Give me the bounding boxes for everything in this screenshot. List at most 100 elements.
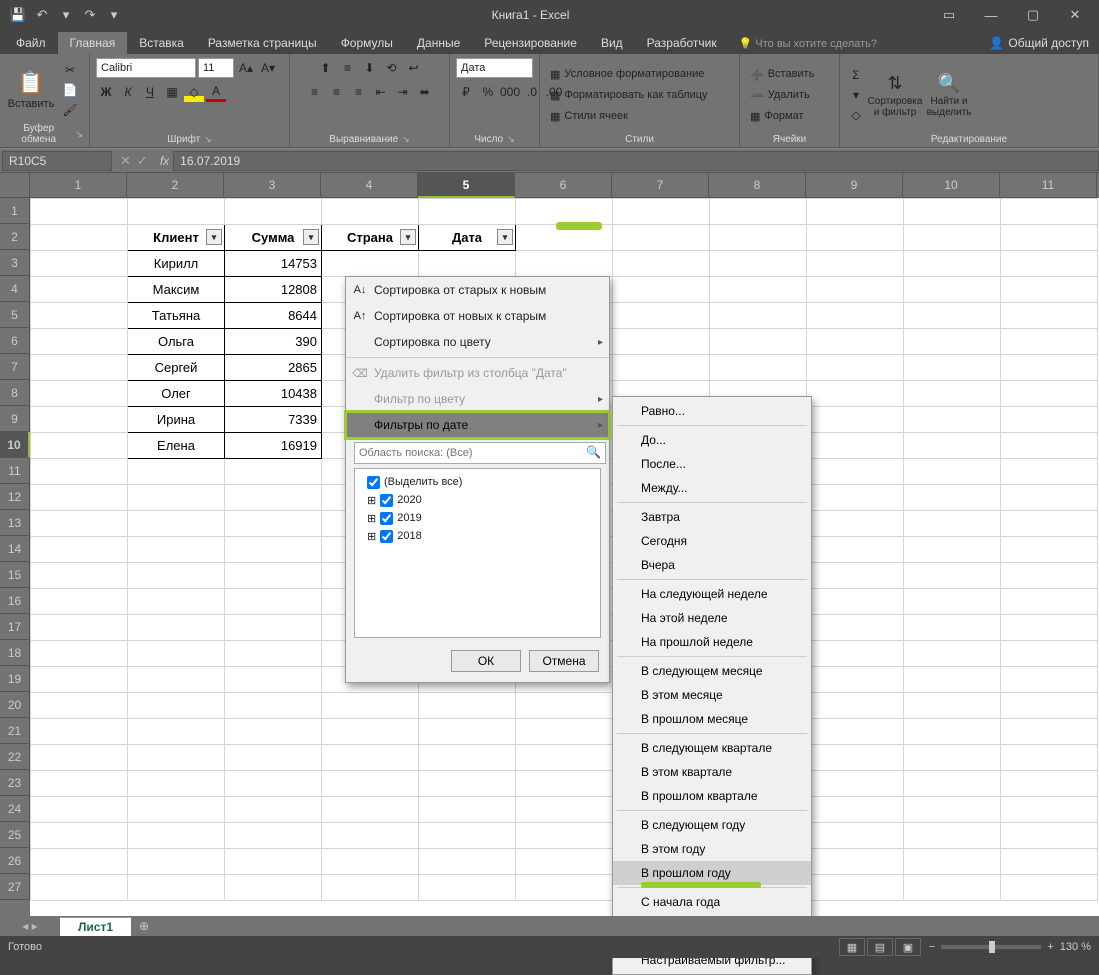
- cell[interactable]: [322, 251, 419, 277]
- italic-button[interactable]: К: [118, 82, 138, 102]
- filter-equals-item[interactable]: Равно...: [613, 399, 811, 423]
- cell[interactable]: [613, 225, 710, 251]
- cell[interactable]: [1001, 875, 1098, 901]
- cell[interactable]: [225, 667, 322, 693]
- cell[interactable]: [807, 355, 904, 381]
- cell[interactable]: [904, 823, 1001, 849]
- row-header[interactable]: 10: [0, 432, 30, 458]
- cell[interactable]: [31, 225, 128, 251]
- column-header[interactable]: 8: [709, 173, 806, 198]
- cell[interactable]: Дата▾: [419, 225, 516, 251]
- tab-developer[interactable]: Разработчик: [635, 32, 729, 54]
- row-header[interactable]: 11: [0, 458, 30, 484]
- cell[interactable]: 2865: [225, 355, 322, 381]
- filter-button[interactable]: ▾: [400, 229, 416, 245]
- cell[interactable]: [904, 563, 1001, 589]
- row-header[interactable]: 17: [0, 614, 30, 640]
- cell[interactable]: [225, 511, 322, 537]
- sort-ascending-item[interactable]: A↓Сортировка от старых к новым: [346, 277, 609, 303]
- cell[interactable]: [31, 277, 128, 303]
- filter-values-tree[interactable]: (Выделить все) ⊞2020 ⊞2019 ⊞2018: [354, 468, 601, 638]
- zoom-in-icon[interactable]: +: [1047, 941, 1053, 953]
- cell[interactable]: [1001, 719, 1098, 745]
- cell[interactable]: [322, 771, 419, 797]
- cell[interactable]: [807, 563, 904, 589]
- cell[interactable]: [1001, 693, 1098, 719]
- font-color-icon[interactable]: A: [206, 82, 226, 102]
- cell[interactable]: [225, 771, 322, 797]
- cell[interactable]: [1001, 563, 1098, 589]
- filter-button[interactable]: ▾: [303, 229, 319, 245]
- qat-dropdown-icon[interactable]: ▾: [56, 5, 76, 25]
- close-icon[interactable]: ✕: [1055, 1, 1095, 29]
- align-left-icon[interactable]: ≡: [305, 82, 325, 102]
- cell[interactable]: [1001, 537, 1098, 563]
- cell[interactable]: [128, 771, 225, 797]
- row-header[interactable]: 27: [0, 874, 30, 900]
- cell[interactable]: [904, 199, 1001, 225]
- redo-icon[interactable]: ↷: [80, 5, 100, 25]
- cell[interactable]: [128, 511, 225, 537]
- border-icon[interactable]: ▦: [162, 82, 182, 102]
- cell[interactable]: [225, 693, 322, 719]
- cell[interactable]: [225, 485, 322, 511]
- cell[interactable]: Сергей: [128, 355, 225, 381]
- cell[interactable]: [31, 797, 128, 823]
- row-header[interactable]: 13: [0, 510, 30, 536]
- cell[interactable]: [322, 719, 419, 745]
- insert-cells-button[interactable]: ➕Вставить: [746, 64, 836, 84]
- cell[interactable]: [31, 329, 128, 355]
- cell[interactable]: [904, 355, 1001, 381]
- row-header[interactable]: 25: [0, 822, 30, 848]
- clear-icon[interactable]: ◇: [846, 106, 866, 124]
- qat-dropdown-icon[interactable]: ▾: [104, 5, 124, 25]
- cell[interactable]: [128, 745, 225, 771]
- underline-button[interactable]: Ч: [140, 82, 160, 102]
- cell[interactable]: [807, 199, 904, 225]
- fill-color-icon[interactable]: ◇: [184, 82, 204, 102]
- launcher-icon[interactable]: ↘: [507, 134, 515, 145]
- cell[interactable]: [1001, 407, 1098, 433]
- column-header[interactable]: 6: [515, 173, 612, 198]
- cell[interactable]: [904, 641, 1001, 667]
- filter-next-quarter-item[interactable]: В следующем квартале: [613, 736, 811, 760]
- format-painter-icon[interactable]: 🖌: [60, 101, 80, 119]
- filter-after-item[interactable]: После...: [613, 452, 811, 476]
- filter-before-item[interactable]: До...: [613, 428, 811, 452]
- cell[interactable]: 16919: [225, 433, 322, 459]
- cell[interactable]: [225, 615, 322, 641]
- filter-button[interactable]: ▾: [497, 229, 513, 245]
- cell[interactable]: [904, 693, 1001, 719]
- cell[interactable]: [31, 537, 128, 563]
- cell[interactable]: [31, 251, 128, 277]
- zoom-control[interactable]: − + 130 %: [929, 941, 1091, 953]
- cell[interactable]: [1001, 641, 1098, 667]
- wrap-text-icon[interactable]: ↩: [404, 58, 424, 78]
- date-filters-item[interactable]: Фильтры по дате▸: [346, 412, 609, 438]
- cell[interactable]: [128, 693, 225, 719]
- cell[interactable]: [710, 303, 807, 329]
- cell[interactable]: [128, 563, 225, 589]
- filter-next-month-item[interactable]: В следующем месяце: [613, 659, 811, 683]
- cell[interactable]: [31, 615, 128, 641]
- cell[interactable]: [128, 875, 225, 901]
- increase-decimal-icon[interactable]: .0: [522, 82, 542, 102]
- zoom-out-icon[interactable]: −: [929, 941, 935, 953]
- checkbox[interactable]: [380, 530, 393, 543]
- cell[interactable]: [904, 225, 1001, 251]
- cell[interactable]: Сумма▾: [225, 225, 322, 251]
- row-header[interactable]: 3: [0, 250, 30, 276]
- year-node[interactable]: ⊞2019: [359, 509, 596, 527]
- increase-indent-icon[interactable]: ⇥: [393, 82, 413, 102]
- row-header[interactable]: 8: [0, 380, 30, 406]
- cell[interactable]: [807, 537, 904, 563]
- cell[interactable]: Елена: [128, 433, 225, 459]
- cell[interactable]: [128, 641, 225, 667]
- cell[interactable]: Олег: [128, 381, 225, 407]
- cell[interactable]: [710, 329, 807, 355]
- cell[interactable]: [1001, 485, 1098, 511]
- cell[interactable]: [225, 641, 322, 667]
- cell[interactable]: [31, 589, 128, 615]
- cell[interactable]: [710, 225, 807, 251]
- cell[interactable]: [128, 615, 225, 641]
